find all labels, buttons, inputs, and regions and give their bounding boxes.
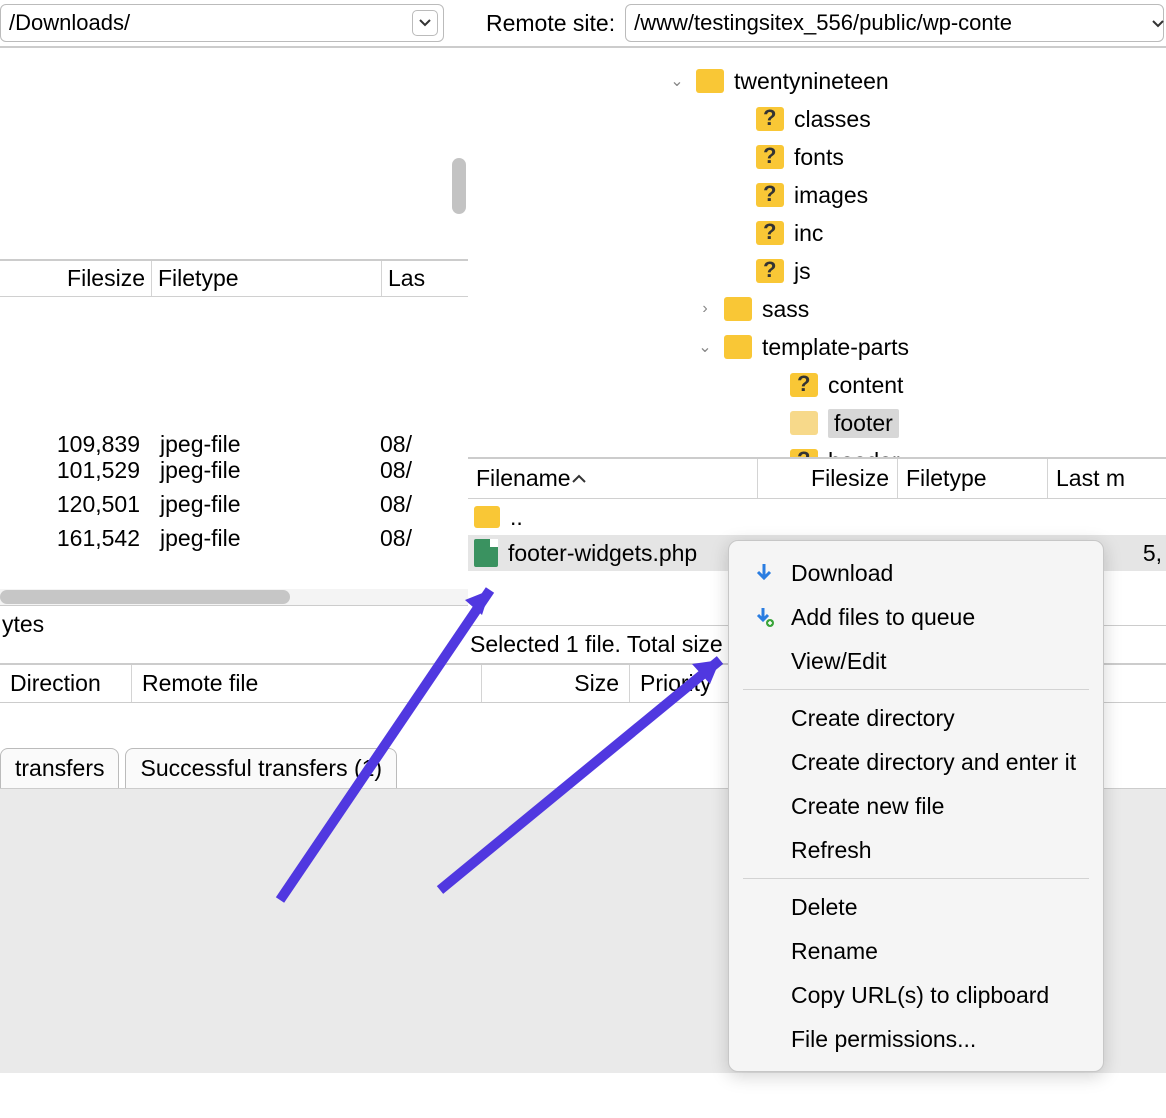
cell-size: 120,501 (0, 491, 150, 518)
tree-label: js (794, 258, 811, 285)
tree-node-sass[interactable]: › sass (468, 290, 1166, 328)
table-row[interactable]: 120,501jpeg-file08/ (0, 487, 468, 521)
folder-unknown-icon (756, 145, 784, 169)
col-direction[interactable]: Direction (0, 665, 132, 702)
tree-node-header[interactable]: header (468, 442, 1166, 459)
folder-unknown-icon (756, 183, 784, 207)
chevron-down-icon (1152, 20, 1164, 28)
tree-label: footer (828, 409, 899, 438)
tree-node-template-parts[interactable]: ⌄ template-parts (468, 328, 1166, 366)
tree-node-js[interactable]: js (468, 252, 1166, 290)
remote-file-headers: Filename Filesize Filetype Last m (468, 459, 1166, 499)
folder-unknown-icon (756, 259, 784, 283)
annotation-arrow-2 (420, 630, 760, 916)
menu-copy-url[interactable]: Copy URL(s) to clipboard (729, 973, 1103, 1017)
remote-path-dropdown[interactable] (1152, 15, 1166, 31)
local-file-list[interactable]: 109,839jpeg-file08/ (0, 297, 468, 453)
col-filesize[interactable]: Filesize (0, 261, 152, 296)
menu-add-queue[interactable]: Add files to queue (729, 595, 1103, 639)
local-tree[interactable] (0, 48, 468, 261)
tree-label: sass (762, 296, 809, 323)
menu-rename[interactable]: Rename (729, 929, 1103, 973)
cell-size: 5, (1143, 540, 1166, 567)
chevron-right-icon[interactable]: › (696, 300, 714, 318)
scrollbar-thumb[interactable] (452, 158, 466, 214)
tree-node-footer[interactable]: footer (468, 404, 1166, 442)
table-row[interactable]: 109,839jpeg-file08/ (0, 427, 468, 461)
folder-icon (474, 506, 500, 528)
col-filesize[interactable]: Filesize (758, 459, 898, 498)
folder-icon (724, 335, 752, 359)
cell-type: jpeg-file (150, 491, 350, 518)
filename: footer-widgets.php (508, 540, 697, 567)
remote-tree[interactable]: ⌄ twentynineteen classes fonts images inc… (468, 48, 1166, 459)
tree-label: fonts (794, 144, 844, 171)
menu-download[interactable]: Download (729, 551, 1103, 595)
tree-label: content (828, 372, 903, 399)
filename: .. (510, 504, 523, 531)
tree-node-content[interactable]: content (468, 366, 1166, 404)
folder-unknown-icon (756, 221, 784, 245)
col-last[interactable]: Las (382, 261, 468, 296)
menu-create-file[interactable]: Create new file (729, 784, 1103, 828)
cell-size: 161,542 (0, 525, 150, 552)
tree-node-classes[interactable]: classes (468, 100, 1166, 138)
cell-type: jpeg-file (150, 525, 350, 552)
cell-mod: 08/ (350, 491, 412, 518)
col-last[interactable]: Last m (1048, 459, 1166, 498)
folder-unknown-icon (790, 449, 818, 459)
local-file-headers: Filesize Filetype Las (0, 261, 468, 297)
cell-mod: 08/ (350, 525, 412, 552)
tree-node-twentynineteen[interactable]: ⌄ twentynineteen (468, 62, 1166, 100)
tree-label: twentynineteen (734, 68, 889, 95)
menu-delete[interactable]: Delete (729, 885, 1103, 929)
folder-open-icon (790, 411, 818, 435)
download-icon (751, 562, 777, 584)
local-path-input[interactable] (0, 4, 444, 42)
chevron-down-icon[interactable]: ⌄ (696, 337, 714, 357)
add-queue-icon (751, 606, 777, 628)
local-site-bar (0, 0, 468, 48)
chevron-down-icon (419, 19, 431, 27)
menu-create-dir[interactable]: Create directory (729, 696, 1103, 740)
menu-permissions[interactable]: File permissions... (729, 1017, 1103, 1061)
folder-unknown-icon (790, 373, 818, 397)
folder-unknown-icon (756, 107, 784, 131)
cell-type: jpeg-file (150, 431, 350, 458)
folder-icon (696, 69, 724, 93)
remote-site-label: Remote site: (486, 10, 615, 37)
menu-refresh[interactable]: Refresh (729, 828, 1103, 872)
cell-size: 109,839 (0, 431, 150, 458)
remote-path-input[interactable] (625, 4, 1164, 42)
parent-dir-row[interactable]: .. (468, 499, 1166, 535)
context-menu: Download Add files to queue View/Edit Cr… (728, 540, 1104, 1072)
tree-label: classes (794, 106, 871, 133)
tree-label: header (828, 448, 900, 460)
scrollbar-thumb[interactable] (0, 590, 290, 604)
tree-label: inc (794, 220, 823, 247)
col-filename[interactable]: Filename (468, 459, 758, 498)
tree-node-fonts[interactable]: fonts (468, 138, 1166, 176)
chevron-down-icon[interactable]: ⌄ (668, 71, 686, 91)
cell-mod: 08/ (350, 431, 412, 458)
remote-site-bar: Remote site: (468, 0, 1166, 48)
tab-failed-transfers[interactable]: transfers (0, 748, 119, 788)
tree-label: images (794, 182, 868, 209)
tree-node-inc[interactable]: inc (468, 214, 1166, 252)
local-path-dropdown[interactable] (412, 10, 438, 36)
menu-view-edit[interactable]: View/Edit (729, 639, 1103, 683)
folder-icon (724, 297, 752, 321)
tree-label: template-parts (762, 334, 909, 361)
menu-create-dir-enter[interactable]: Create directory and enter it (729, 740, 1103, 784)
col-filetype[interactable]: Filetype (152, 261, 382, 296)
sort-asc-icon (571, 474, 587, 484)
col-filetype[interactable]: Filetype (898, 459, 1048, 498)
table-row[interactable]: 161,542jpeg-file08/ (0, 521, 468, 555)
tree-node-images[interactable]: images (468, 176, 1166, 214)
